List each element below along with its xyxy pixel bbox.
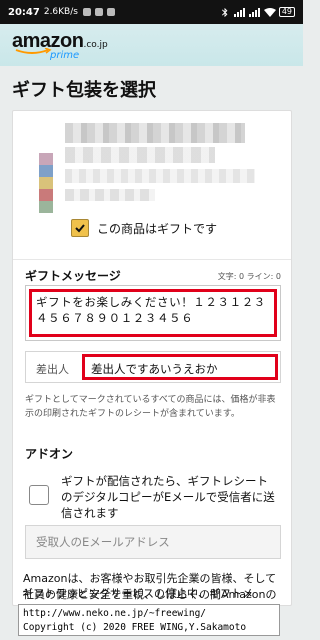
- product-detail-blurred-3: [65, 189, 155, 201]
- credit-url: http://www.neko.ne.jp/~freewing/: [23, 608, 207, 619]
- sender-label: 差出人: [36, 363, 69, 376]
- sender-row: 差出人 差出人ですあいうえおか: [25, 351, 281, 383]
- gift-wrap-page: ギフト包装を選択 この商品はギフトです ギフトメッセージ 文字: 0 ライン: …: [0, 66, 303, 607]
- gift-message-textarea[interactable]: ギフトをお楽しみください！１２３１２３４５６７８９０１２３４５６: [25, 285, 281, 341]
- gift-checkbox[interactable]: [71, 219, 89, 237]
- check-icon: [75, 224, 85, 233]
- network-speed: 2.6KB/s: [43, 7, 78, 17]
- amazon-prime-logo[interactable]: amazon.co.jp prime: [12, 30, 108, 61]
- recipient-email-input[interactable]: 受取人のEメールアドレス: [25, 525, 281, 559]
- page-title: ギフト包装を選択: [12, 80, 156, 101]
- logo-prime: prime: [50, 50, 80, 61]
- gift-checkbox-label: この商品はギフトです: [97, 221, 218, 236]
- gift-checkbox-row[interactable]: この商品はギフトです: [71, 219, 217, 237]
- bluetooth-icon: [221, 7, 228, 17]
- product-detail-blurred-2: [65, 169, 255, 183]
- smile-arrow-icon: [15, 48, 52, 54]
- product-detail-blurred: [65, 147, 215, 163]
- email-receipt-checkbox[interactable]: [29, 485, 49, 505]
- signal-icon: [233, 7, 245, 17]
- signal-icon-2: [248, 7, 260, 17]
- logo-domain: .co.jp: [83, 40, 108, 50]
- sender-input[interactable]: 差出人ですあいうえおか: [82, 354, 278, 380]
- status-time: 20:47: [8, 6, 40, 18]
- gift-message-counter: 文字: 0 ライン: 0: [217, 272, 281, 281]
- status-bar: 20:47 2.6KB/s 49: [0, 0, 303, 24]
- gift-message-title: ギフトメッセージ: [25, 269, 121, 283]
- gift-options-card: この商品はギフトです ギフトメッセージ 文字: 0 ライン: 0 ギフトをお楽し…: [12, 110, 292, 607]
- notification-icons: [82, 8, 115, 16]
- credit-copyright: Copyright (c) 2020 FREE WING,Y.Sakamoto: [23, 622, 247, 633]
- gift-message-text: ギフトをお楽しみください！１２３１２３４５６７８９０１２３４５６: [36, 295, 266, 325]
- status-right: 49: [219, 7, 295, 17]
- sender-value: 差出人ですあいうえおか: [91, 362, 218, 376]
- email-receipt-label: ギフトが配信されたら、ギフトレシートのデジタルコピーがEメールで受信者に送信され…: [61, 474, 275, 520]
- divider: [13, 259, 291, 260]
- service-notice-continued: ギフトラッピングサービスの停止中、ギフトメ: [22, 587, 253, 600]
- copyright-overlay: http://www.neko.ne.jp/~freewing/ Copyrig…: [18, 604, 280, 636]
- addon-title: アドオン: [25, 447, 74, 461]
- product-thumbnail: [39, 153, 53, 213]
- wifi-icon: [263, 7, 276, 17]
- amazon-header: amazon.co.jp prime: [0, 24, 303, 66]
- product-name-blurred: [65, 123, 245, 143]
- battery-icon: 49: [278, 7, 295, 17]
- gift-receipt-note: ギフトとしてマークされているすべての商品には、価格が非表示の印刷されたギフトのレ…: [25, 395, 276, 419]
